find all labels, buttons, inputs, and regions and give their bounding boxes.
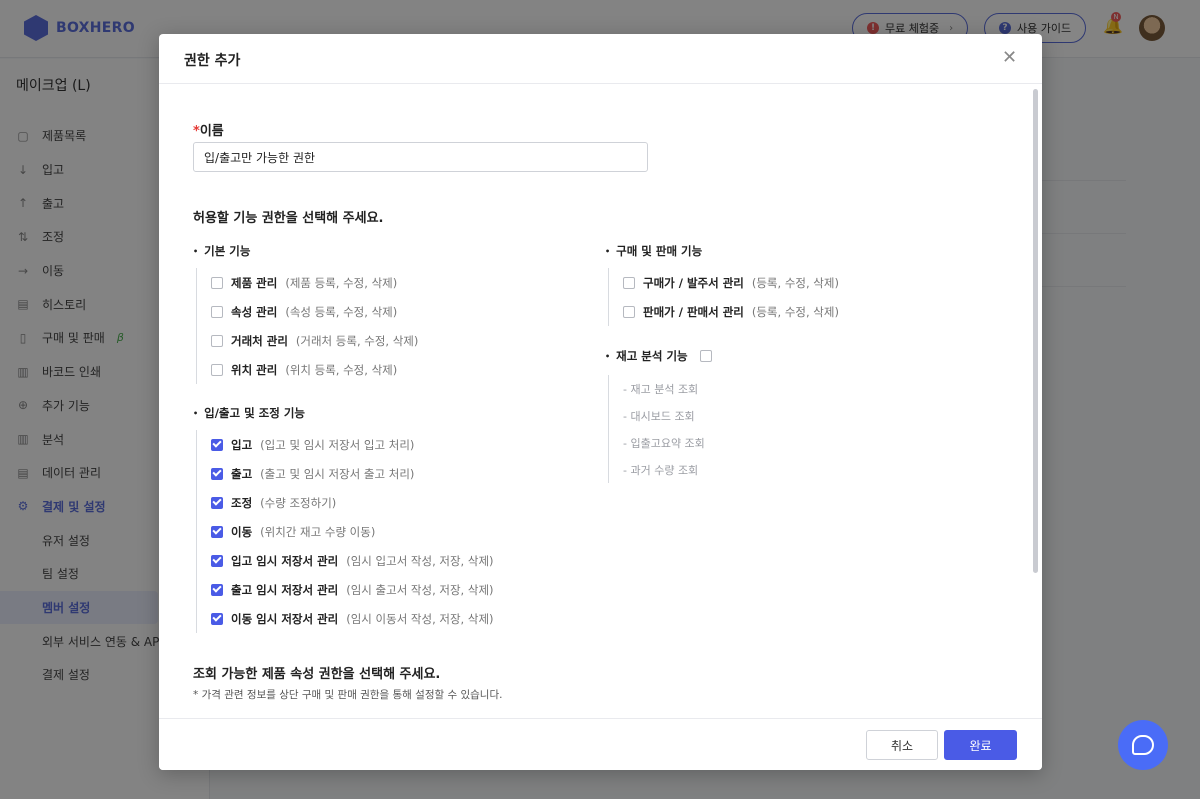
perm-adjust[interactable]: 조정 (수량 조정하기) <box>211 488 494 517</box>
perm-label: 구매가 / 발주서 관리 <box>643 275 744 290</box>
bullet: • <box>605 246 611 256</box>
modal-title: 권한 추가 <box>184 53 241 69</box>
perm-label: 판매가 / 판매서 관리 <box>643 304 744 319</box>
name-label-text: 이름 <box>199 124 224 139</box>
group-basic-list: 제품 관리 (제품 등록, 수정, 삭제) 속성 관리 (속성 등록, 수정, 삭제… <box>196 268 418 384</box>
analysis-item: - 입출고요약 조회 <box>623 436 705 450</box>
perm-desc: (등록, 수정, 삭제) <box>751 275 839 290</box>
checkbox[interactable] <box>211 496 223 509</box>
perm-sales-order[interactable]: 판매가 / 판매서 관리 (등록, 수정, 삭제) <box>623 297 839 326</box>
perm-desc: (임시 입고서 작성, 저장, 삭제) <box>346 553 494 568</box>
perm-desc: (수량 조정하기) <box>260 495 337 510</box>
perm-desc: (위치 등록, 수정, 삭제) <box>285 362 398 377</box>
checkbox[interactable] <box>211 334 223 347</box>
group-title-text: 입/출고 및 조정 기능 <box>204 406 305 420</box>
perm-label: 거래처 관리 <box>231 333 288 348</box>
bullet: • <box>605 351 611 361</box>
group-title-text: 기본 기능 <box>204 244 251 258</box>
perm-label: 제품 관리 <box>231 275 278 290</box>
perm-label: 출고 <box>231 466 253 481</box>
checkbox[interactable] <box>211 438 223 451</box>
checkbox[interactable] <box>623 305 635 318</box>
chat-icon <box>1132 735 1154 755</box>
attribute-permission-note: * 가격 관련 정보를 상단 구매 및 판매 권한을 통해 설정할 수 있습니다… <box>193 689 503 701</box>
analysis-item: - 과거 수량 조회 <box>623 463 699 477</box>
perm-label: 조정 <box>231 495 253 510</box>
chat-button[interactable] <box>1118 720 1168 770</box>
analysis-checkbox[interactable] <box>699 350 712 362</box>
checkbox[interactable] <box>211 612 223 625</box>
modal-footer: 취소 완료 <box>159 718 1042 770</box>
perm-product-manage[interactable]: 제품 관리 (제품 등록, 수정, 삭제) <box>211 268 418 297</box>
perm-desc: (거래처 등록, 수정, 삭제) <box>295 333 419 348</box>
analysis-item: - 재고 분석 조회 <box>623 382 699 396</box>
perm-stock-in[interactable]: 입고 (입고 및 임시 저장서 입고 처리) <box>211 430 494 459</box>
group-purchase-title: • 구매 및 판매 기능 <box>605 243 702 259</box>
perm-desc: (입고 및 임시 저장서 입고 처리) <box>260 437 415 452</box>
group-inout-title: • 입/출고 및 조정 기능 <box>193 405 305 421</box>
perm-desc: (속성 등록, 수정, 삭제) <box>285 304 398 319</box>
bullet: • <box>193 246 199 256</box>
add-permission-modal: 권한 추가 ✕ *이름 허용할 기능 권한을 선택해 주세요. • 기본 기능 제… <box>159 34 1042 770</box>
group-title-text: 재고 분석 기능 <box>616 349 688 363</box>
perm-label: 입고 <box>231 437 253 452</box>
done-button[interactable]: 완료 <box>944 730 1017 760</box>
checkbox[interactable] <box>211 583 223 596</box>
group-title-text: 구매 및 판매 기능 <box>616 244 703 258</box>
close-icon[interactable]: ✕ <box>1002 48 1017 68</box>
checkbox[interactable] <box>211 525 223 538</box>
group-analysis-title: • 재고 분석 기능 <box>605 348 712 364</box>
name-input[interactable] <box>193 142 648 172</box>
perm-attribute-manage[interactable]: 속성 관리 (속성 등록, 수정, 삭제) <box>211 297 418 326</box>
checkbox[interactable] <box>623 276 635 289</box>
perm-desc: (임시 출고서 작성, 저장, 삭제) <box>346 582 494 597</box>
perm-label: 속성 관리 <box>231 304 278 319</box>
perm-label: 이동 <box>231 524 253 539</box>
group-inout-list: 입고 (입고 및 임시 저장서 입고 처리) 출고 (출고 및 임시 저장서 출고 … <box>196 430 494 633</box>
checkbox[interactable] <box>211 363 223 376</box>
perm-desc: (출고 및 임시 저장서 출고 처리) <box>260 466 415 481</box>
checkbox[interactable] <box>211 467 223 480</box>
group-analysis-list: - 재고 분석 조회 - 대시보드 조회 - 입출고요약 조회 - 과거 수량 … <box>608 375 705 483</box>
analysis-item: - 대시보드 조회 <box>623 409 695 423</box>
checkbox[interactable] <box>211 276 223 289</box>
scrollbar[interactable] <box>1033 89 1038 573</box>
perm-move-draft[interactable]: 이동 임시 저장서 관리 (임시 이동서 작성, 저장, 삭제) <box>211 604 494 633</box>
perm-label: 위치 관리 <box>231 362 278 377</box>
perm-stock-out-draft[interactable]: 출고 임시 저장서 관리 (임시 출고서 작성, 저장, 삭제) <box>211 575 494 604</box>
perm-desc: (등록, 수정, 삭제) <box>751 304 839 319</box>
name-label: *이름 <box>193 120 224 139</box>
perm-move[interactable]: 이동 (위치간 재고 수량 이동) <box>211 517 494 546</box>
perm-label: 입고 임시 저장서 관리 <box>231 553 339 568</box>
perm-desc: (제품 등록, 수정, 삭제) <box>285 275 398 290</box>
perm-label: 출고 임시 저장서 관리 <box>231 582 339 597</box>
perm-partner-manage[interactable]: 거래처 관리 (거래처 등록, 수정, 삭제) <box>211 326 418 355</box>
perm-desc: (임시 이동서 작성, 저장, 삭제) <box>346 611 494 626</box>
cancel-button[interactable]: 취소 <box>866 730 938 760</box>
perm-desc: (위치간 재고 수량 이동) <box>260 524 376 539</box>
perm-location-manage[interactable]: 위치 관리 (위치 등록, 수정, 삭제) <box>211 355 418 384</box>
perm-label: 이동 임시 저장서 관리 <box>231 611 339 626</box>
group-basic-title: • 기본 기능 <box>193 243 250 259</box>
perm-purchase-order[interactable]: 구매가 / 발주서 관리 (등록, 수정, 삭제) <box>623 268 839 297</box>
perm-stock-out[interactable]: 출고 (출고 및 임시 저장서 출고 처리) <box>211 459 494 488</box>
required-marker: * <box>193 124 200 139</box>
checkbox[interactable] <box>211 554 223 567</box>
perm-stock-in-draft[interactable]: 입고 임시 저장서 관리 (임시 입고서 작성, 저장, 삭제) <box>211 546 494 575</box>
modal-header: 권한 추가 ✕ <box>159 34 1042 84</box>
checkbox[interactable] <box>211 305 223 318</box>
function-permission-title: 허용할 기능 권한을 선택해 주세요. <box>193 211 384 226</box>
group-purchase-list: 구매가 / 발주서 관리 (등록, 수정, 삭제) 판매가 / 판매서 관리 (등록… <box>608 268 839 326</box>
attribute-permission-title: 조회 가능한 제품 속성 권한을 선택해 주세요. <box>193 667 441 682</box>
bullet: • <box>193 408 199 418</box>
modal-body: *이름 허용할 기능 권한을 선택해 주세요. • 기본 기능 제품 관리 (제품 … <box>159 85 1042 718</box>
